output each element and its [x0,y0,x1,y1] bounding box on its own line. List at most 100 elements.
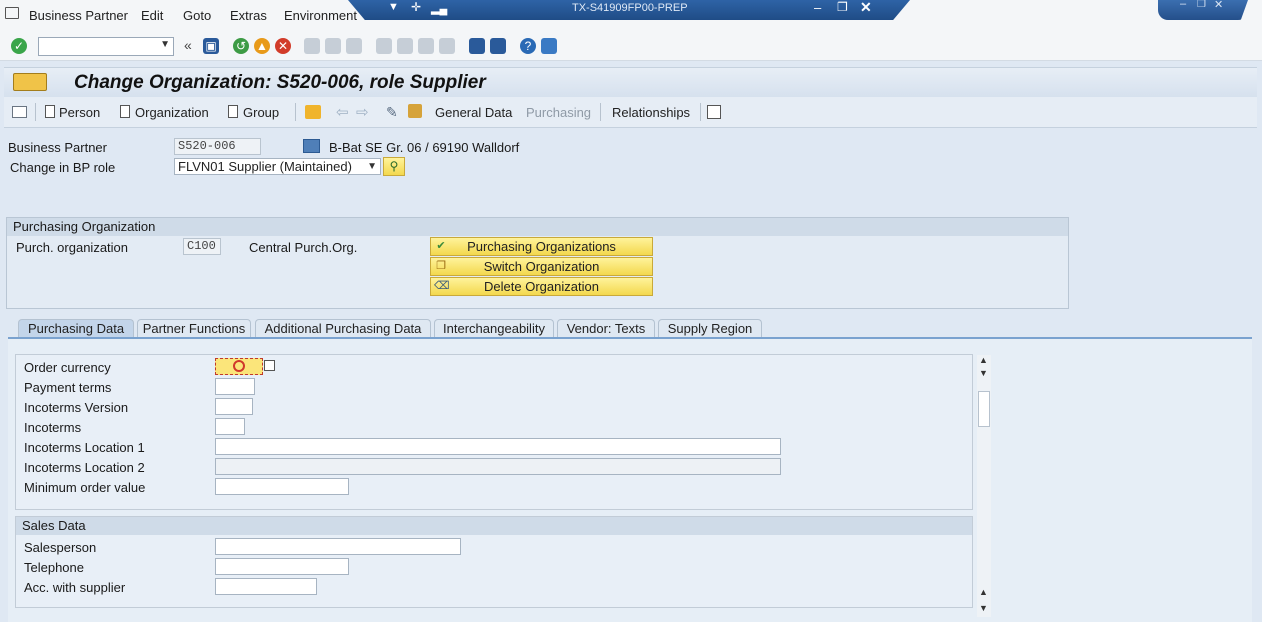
incoterms-location-1-label: Incoterms Location 1 [24,440,145,455]
first-page-icon[interactable] [376,38,392,54]
open-folder-icon[interactable] [305,105,321,119]
find-icon[interactable] [325,38,341,54]
bp-number-field[interactable]: S520-006 [174,138,261,155]
switch-organization-label: Switch Organization [483,259,600,274]
system-window-strip: ▼ ✛ ▂▄ TX-S41909FP00-PREP – ❐ ✕ [348,0,910,20]
payment-terms-label: Payment terms [24,380,112,395]
incoterms-label: Incoterms [24,420,82,435]
organization-button[interactable]: Organization [135,105,209,120]
tab-partner-functions[interactable]: Partner Functions [137,319,251,338]
system-title: TX-S41909FP00-PREP [572,2,688,14]
back-icon[interactable]: ↺ [233,38,249,54]
shortcut-icon[interactable] [490,38,506,54]
double-left-icon[interactable]: « [184,37,192,53]
scroll-up-icon[interactable]: ▲ [979,587,988,597]
toggle-edit-icon[interactable]: ✎ [386,104,398,121]
scroll-thumb[interactable] [978,391,990,427]
required-indicator-icon [233,360,245,372]
relationships-button[interactable]: Relationships [612,105,690,120]
scroll-down-icon[interactable]: ▼ [979,368,988,378]
enter-check-icon[interactable]: ✓ [11,38,27,54]
acc-with-supplier-label: Acc. with supplier [24,580,126,595]
document-icon [120,105,130,118]
print-icon[interactable] [304,38,320,54]
telephone-field[interactable] [215,558,349,575]
bp-description: B-Bat SE Gr. 06 / 69190 Walldorf [329,140,520,155]
document-icon [228,105,238,118]
switch-icon: ❐ [436,260,446,272]
tab-purchasing-data[interactable]: Purchasing Data [18,319,134,338]
acc-with-supplier-field[interactable] [215,578,317,595]
check-list-icon: ✔ [436,240,446,252]
tab-vendor-texts[interactable]: Vendor: Texts [557,319,655,338]
chevron-down-icon[interactable]: ▼ [160,39,170,50]
delete-organization-button[interactable]: ⌫ Delete Organization [430,277,653,296]
minimize-icon[interactable]: – [1180,0,1186,10]
page-title: Change Organization: S520-006, role Supp… [74,72,486,93]
chevron-down-icon[interactable]: ▼ [388,1,399,13]
delete-organization-label: Delete Organization [484,279,599,294]
arrow-right-icon[interactable]: ⇨ [356,103,369,121]
menu-goto[interactable]: Goto [183,8,211,23]
chevron-down-icon[interactable]: ▼ [367,159,377,174]
incoterms-version-field[interactable] [215,398,253,415]
close-icon[interactable]: ✕ [860,0,872,16]
general-data-button[interactable]: General Data [435,105,512,120]
menu-edit[interactable]: Edit [141,8,163,23]
bp-role-value: FLVN01 Supplier (Maintained) [178,159,352,174]
minimize-icon[interactable]: – [814,0,821,15]
last-page-icon[interactable] [439,38,455,54]
purch-org-field[interactable]: C100 [183,238,221,255]
search-help-icon[interactable] [264,360,275,371]
purch-org-group-title: Purchasing Organization [7,218,1068,236]
menu-business-partner[interactable]: Business Partner [29,8,128,23]
vertical-scrollbar[interactable]: ▲ ▼ ▲ ▼ [977,355,991,617]
menu-environment[interactable]: Environment [284,8,357,23]
salesperson-field[interactable] [215,538,461,555]
minimum-order-value-field[interactable] [215,478,349,495]
document-icon [45,105,55,118]
close-icon[interactable]: ✕ [1214,0,1223,11]
save-icon[interactable]: ▣ [203,38,219,54]
purchasing-organizations-button[interactable]: ✔ Purchasing Organizations [430,237,653,256]
contact-card-icon[interactable] [707,105,721,119]
search-icon[interactable]: ⚲ [383,157,405,176]
trash-icon: ⌫ [434,280,450,292]
restore-icon[interactable]: ❐ [837,0,848,14]
scroll-up-icon[interactable]: ▲ [979,355,988,365]
help-icon[interactable]: ? [520,38,536,54]
scroll-down-icon[interactable]: ▼ [979,603,988,613]
menu-extras[interactable]: Extras [230,8,267,23]
salesperson-label: Salesperson [24,540,97,555]
order-currency-label: Order currency [24,360,111,375]
group-button[interactable]: Group [243,105,279,120]
person-button[interactable]: Person [59,105,100,120]
cancel-icon[interactable]: ✕ [275,38,291,54]
tab-interchangeability[interactable]: Interchangeability [434,319,554,338]
customize-layout-icon[interactable] [541,38,557,54]
find-next-icon[interactable] [346,38,362,54]
layout-icon[interactable] [12,106,27,118]
restore-icon[interactable]: ❐ [1197,0,1206,10]
command-field[interactable]: ▼ [38,37,174,56]
payment-terms-field[interactable] [215,378,255,395]
where-used-icon[interactable] [408,104,422,118]
tab-supply-region[interactable]: Supply Region [658,319,762,338]
previous-page-icon[interactable] [397,38,413,54]
exit-icon[interactable]: ▲ [254,38,270,54]
next-page-icon[interactable] [418,38,434,54]
bp-role-select[interactable]: FLVN01 Supplier (Maintained) ▼ [174,158,381,175]
pin-icon[interactable]: ✛ [411,0,421,14]
menu-icon[interactable] [5,7,19,19]
new-session-icon[interactable] [469,38,485,54]
incoterms-field[interactable] [215,418,245,435]
incoterms-location-1-field[interactable] [215,438,781,455]
arrow-left-icon[interactable]: ⇦ [336,103,349,121]
incoterms-location-2-field [215,458,781,475]
outer-window-controls: – ❐ ✕ [1158,0,1248,20]
order-currency-field[interactable] [215,358,263,375]
bp-role-label: Change in BP role [10,160,116,175]
tab-additional-purchasing-data[interactable]: Additional Purchasing Data [255,319,431,338]
switch-organization-button[interactable]: ❐ Switch Organization [430,257,653,276]
bp-label: Business Partner [8,140,107,155]
